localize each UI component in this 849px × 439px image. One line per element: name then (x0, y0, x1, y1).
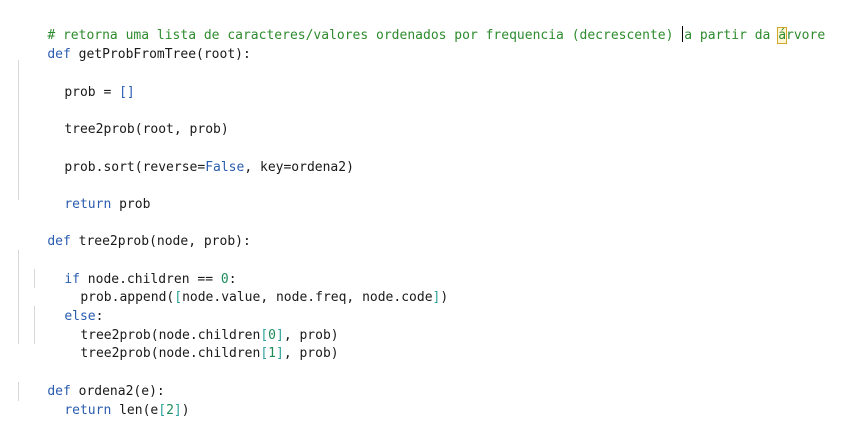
code-text: ) (440, 290, 449, 305)
keyword: return (64, 197, 112, 212)
code-text: getProbFromTree(root): (70, 47, 251, 62)
code-text: prob (111, 197, 151, 212)
bracket: [ (260, 346, 269, 361)
comment-text: rvore (786, 28, 826, 43)
code-text: tree2prob(node.children (80, 346, 261, 361)
code-text: prob = (64, 85, 120, 100)
code-line-tree2prob-call[interactable]: tree2prob(root, prob) (33, 101, 228, 137)
code-line-if[interactable]: if node.children == 0: (33, 251, 236, 287)
code-text: , key=ordena2) (244, 160, 354, 175)
keyword: def (47, 234, 71, 249)
bracket: ] (275, 346, 284, 361)
code-line-recurse-right[interactable]: tree2prob(node.children[1], prob) (49, 325, 338, 361)
keyword: def (47, 47, 71, 62)
code-text: tree2prob(node, prob): (70, 234, 251, 249)
code-line-return-len[interactable]: return len(e[2]) (33, 382, 189, 418)
code-text: prob.sort(reverse= (64, 160, 206, 175)
code-line-append[interactable]: prob.append([node.value, node.freq, node… (49, 269, 448, 305)
keyword: False (205, 160, 245, 175)
code-line-def-tree2prob[interactable]: def tree2prob(node, prob): (16, 213, 251, 249)
bracket: [ (174, 290, 183, 305)
code-line-def-ordena2[interactable]: def ordena2(e): (16, 363, 164, 399)
highlighted-char: á (777, 27, 788, 44)
code-line-recurse-left[interactable]: tree2prob(node.children[0], prob) (49, 307, 338, 343)
code-line-return-prob[interactable]: return prob (33, 176, 150, 212)
code-text: node.value, node.freq, node.code (182, 290, 433, 305)
list-literal: [] (119, 85, 135, 100)
code-editor[interactable]: # retorna uma lista de caracteres/valore… (0, 0, 849, 418)
code-text: , prob) (283, 346, 339, 361)
number-literal: 1 (268, 346, 276, 361)
comment-text: a partir da (684, 28, 779, 43)
code-line-prob-init[interactable]: prob = [] (33, 64, 134, 100)
code-line-comment[interactable]: # retorna uma lista de caracteres/valore… (16, 7, 825, 44)
code-line-else[interactable]: else: (33, 288, 103, 324)
code-line-def-getprobfromtree[interactable]: def getProbFromTree(root): (16, 26, 251, 62)
code-line-sort[interactable]: prob.sort(reverse=False, key=ordena2) (33, 139, 354, 175)
code-text: tree2prob(root, prob) (64, 122, 229, 137)
